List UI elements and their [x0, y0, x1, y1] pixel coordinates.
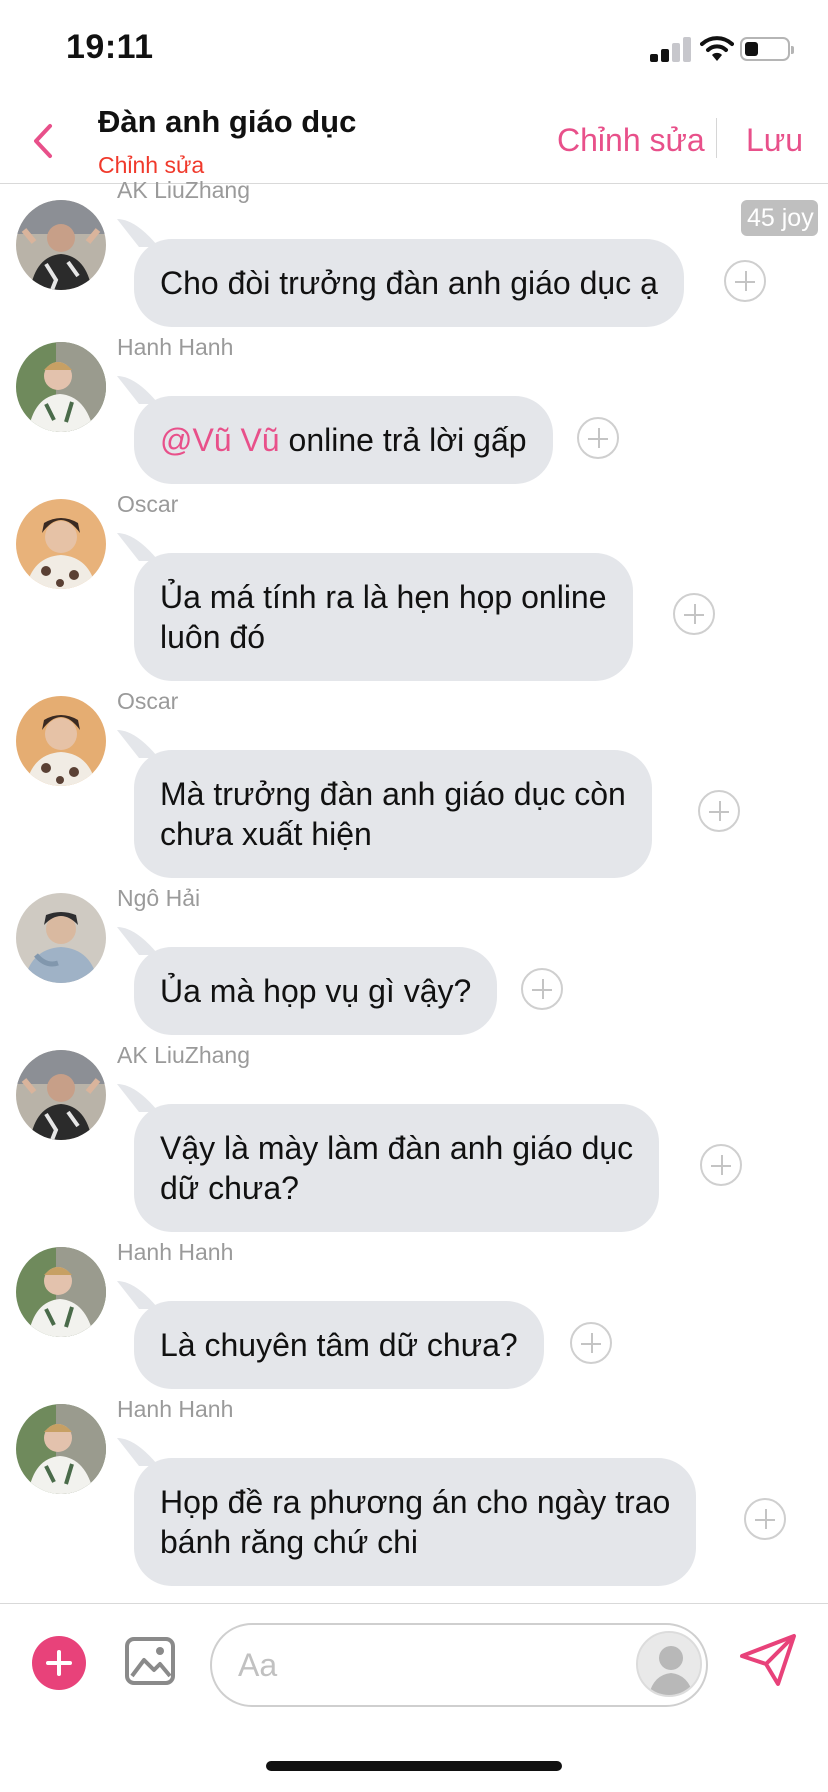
joy-badge: 45 joy — [741, 200, 818, 236]
sender-name: AK LiuZhang — [117, 177, 250, 203]
bubble-tail — [117, 533, 157, 561]
message-bubble[interactable]: @Vũ Vũ online trả lời gấp — [134, 396, 553, 484]
avatar[interactable] — [16, 499, 106, 589]
message-bubble[interactable]: Vậy là mày làm đàn anh giáo dục dữ chưa? — [134, 1104, 660, 1232]
sender-name: Hanh Hanh — [117, 334, 234, 360]
add-reaction-icon[interactable] — [744, 1498, 786, 1540]
bubble-tail — [117, 376, 157, 404]
add-reaction-icon[interactable] — [577, 417, 619, 459]
avatar[interactable] — [16, 1247, 106, 1337]
message-item: Oscar Mà trưởng đàn anh giáo dục còn chư… — [0, 688, 828, 878]
bubble-tail — [117, 730, 157, 758]
avatar[interactable] — [16, 200, 106, 290]
avatar[interactable] — [16, 696, 106, 786]
save-button[interactable]: Lưu — [746, 122, 803, 159]
message-bubble[interactable]: Mà trưởng đàn anh giáo dục còn chưa xuất… — [134, 750, 652, 878]
message-item: Hanh Hanh Là chuyên tâm dữ chưa? — [0, 1239, 828, 1389]
message-item: Hanh Hanh Họp đề ra phương án cho ngày t… — [0, 1396, 828, 1586]
sender-name: Hanh Hanh — [117, 1239, 234, 1265]
nav-divider — [716, 118, 717, 158]
message-composer — [0, 1603, 828, 1753]
add-button[interactable] — [32, 1636, 86, 1690]
image-icon — [125, 1637, 175, 1685]
edit-button[interactable]: Chỉnh sửa — [557, 122, 705, 159]
paper-plane-icon — [740, 1634, 796, 1686]
bubble-tail — [117, 1438, 157, 1466]
message-input[interactable] — [238, 1643, 588, 1687]
message-item: Oscar Ủa má tính ra là hẹn họp online lu… — [0, 491, 828, 681]
bubble-tail — [117, 219, 157, 247]
sender-name: Oscar — [117, 491, 179, 517]
bubble-tail — [117, 1084, 157, 1112]
home-indicator[interactable] — [266, 1761, 562, 1771]
avatar[interactable] — [16, 893, 106, 983]
sender-name: AK LiuZhang — [117, 1042, 250, 1068]
message-item: Ngô Hải Ủa mà họp vụ gì vậy? — [0, 885, 828, 1035]
image-button[interactable] — [124, 1636, 176, 1686]
message-bubble[interactable]: Là chuyên tâm dữ chưa? — [134, 1301, 544, 1389]
back-button[interactable] — [26, 118, 66, 164]
add-reaction-icon[interactable] — [673, 593, 715, 635]
user-mention[interactable]: @Vũ Vũ — [160, 422, 280, 458]
message-bubble[interactable]: Ủa mà họp vụ gì vậy? — [134, 947, 498, 1035]
bubble-tail — [117, 927, 157, 955]
message-bubble[interactable]: Cho đòi trưởng đàn anh giáo dục ạ — [134, 239, 684, 327]
message-item: AK LiuZhang Vậy là mày làm đàn anh giáo … — [0, 1042, 828, 1232]
add-reaction-icon[interactable] — [700, 1144, 742, 1186]
cellular-signal-icon — [650, 36, 692, 62]
add-reaction-icon[interactable] — [698, 790, 740, 832]
message-item: Hanh Hanh @Vũ Vũ online trả lời gấp — [0, 334, 828, 484]
avatar[interactable] — [16, 342, 106, 432]
status-bar: 19:11 — [0, 0, 828, 100]
message-item: AK LiuZhang Cho đòi trưởng đàn anh giáo … — [0, 177, 828, 327]
message-bubble[interactable]: Họp đề ra phương án cho ngày trao bánh r… — [134, 1458, 697, 1586]
send-button[interactable] — [738, 1632, 798, 1688]
message-text: online trả lời gấp — [279, 422, 527, 458]
wifi-icon — [700, 34, 734, 62]
chat-subtitle-edit-link[interactable]: Chỉnh sửa — [98, 152, 204, 179]
add-reaction-icon[interactable] — [724, 260, 766, 302]
message-list[interactable]: AK LiuZhang Cho đòi trưởng đàn anh giáo … — [0, 177, 828, 1603]
avatar[interactable] — [16, 1050, 106, 1140]
avatar[interactable] — [16, 1404, 106, 1494]
nav-bar: Đàn anh giáo dục Chỉnh sửa Chỉnh sửa Lưu — [0, 100, 828, 184]
add-reaction-icon[interactable] — [570, 1322, 612, 1364]
sender-name: Hanh Hanh — [117, 1396, 234, 1422]
bubble-tail — [117, 1281, 157, 1309]
message-input-container — [210, 1623, 708, 1707]
chevron-left-icon — [34, 124, 52, 158]
sticker-avatar-icon[interactable] — [636, 1631, 702, 1697]
battery-icon — [740, 37, 794, 61]
message-bubble[interactable]: Ủa má tính ra là hẹn họp online luôn đó — [134, 553, 633, 681]
sender-name: Oscar — [117, 688, 179, 714]
add-reaction-icon[interactable] — [521, 968, 563, 1010]
sender-name: Ngô Hải — [117, 885, 201, 911]
status-time: 19:11 — [66, 28, 154, 66]
chat-title: Đàn anh giáo dục — [98, 104, 357, 139]
